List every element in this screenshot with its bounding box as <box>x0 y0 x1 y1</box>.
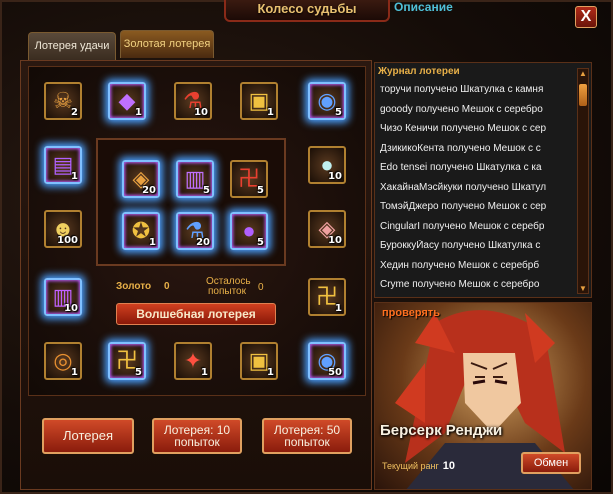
item-count: 1 <box>71 171 78 182</box>
item-count: 1 <box>335 303 342 314</box>
rank-value: 10 <box>442 460 456 472</box>
inner-slot: 卍5 <box>230 160 268 198</box>
outer-slot: ◉ 50 <box>308 342 346 380</box>
item-count: 1 <box>71 367 78 378</box>
lottery-10-button[interactable]: Лотерея: 10 попыток <box>152 418 242 454</box>
purple-crystal-icon: ◆ <box>118 88 136 113</box>
log-entry: торучи получено Шкатулка с камня <box>380 84 544 95</box>
outer-slot: ▤ 1 <box>44 146 82 184</box>
check-link[interactable]: проверять <box>382 307 440 319</box>
item-count: 10 <box>328 171 342 182</box>
log-entry: БуроккуЙасу получено Шкатулка с <box>380 240 541 251</box>
item-count: 5 <box>203 185 210 196</box>
log-entry: Cryme получено Мешок с серебро <box>380 279 540 290</box>
inner-slot: ◈ 20 <box>122 160 160 198</box>
log-entry: Edo tensei получено Шкатулка с ка <box>380 162 542 173</box>
outer-slot: ▣ 1 <box>240 82 278 120</box>
outer-slot: 卍5 <box>108 342 146 380</box>
outer-slot: ● 10 <box>308 146 346 184</box>
close-button[interactable]: X <box>575 6 597 28</box>
item-count: 2 <box>71 107 78 118</box>
item-count: 5 <box>335 107 342 118</box>
scroll-up-icon[interactable]: ▲ <box>578 69 588 79</box>
item-count: 10 <box>194 107 208 118</box>
remaining-label-line2: попыток <box>208 286 246 297</box>
log-entry: CingularI получено Мешок с серебр <box>380 220 545 232</box>
log-entry: ХакайнаМэсйкуки получено Шкатул <box>380 181 547 193</box>
lottery-10-line2: попыток <box>174 435 220 449</box>
magic-lottery-button[interactable]: Волшебная лотерея <box>116 303 276 325</box>
hero-name: Берсерк Ренджи <box>380 422 503 439</box>
item-count: 50 <box>328 367 342 378</box>
item-count: 100 <box>57 235 78 246</box>
item-count: 1 <box>267 367 274 378</box>
gold-label: Золото <box>116 281 152 292</box>
remaining-value: 0 <box>258 282 264 293</box>
inner-slot: ✪ 1 <box>122 212 160 250</box>
item-count: 10 <box>64 303 78 314</box>
lottery-50-button[interactable]: Лотерея: 50 попыток <box>262 418 352 454</box>
log-entry: Чизо Кеничи получено Мешок с сер <box>380 123 547 134</box>
treasure-chest-skull-icon: ☠ <box>53 88 73 113</box>
outer-slot: ◆ 1 <box>108 82 146 120</box>
lottery-button[interactable]: Лотерея <box>42 418 134 454</box>
log-entry: ТомэйДжеро получено Мешок с сер <box>380 201 547 212</box>
item-count: 1 <box>149 237 156 248</box>
log-entry: ДзикикоКента получено Мешок с с <box>380 142 541 154</box>
item-count: 20 <box>142 185 156 196</box>
outer-slot: ◈ 10 <box>308 210 346 248</box>
rank-label: Текущий ранг <box>382 461 439 471</box>
outer-slot: ▥ 10 <box>44 278 82 316</box>
lottery-50-line2: попыток <box>284 435 330 449</box>
outer-slot: 卍1 <box>308 278 346 316</box>
item-count: 5 <box>257 185 264 196</box>
outer-slot: ☠ 2 <box>44 82 82 120</box>
green-emblem-icon: ✪ <box>131 218 151 243</box>
item-count: 5 <box>257 237 264 248</box>
inner-slot: ● 5 <box>230 212 268 250</box>
item-count: 1 <box>135 107 142 118</box>
inner-slot: ▥ 5 <box>176 160 214 198</box>
exchange-button[interactable]: Обмен <box>521 452 581 474</box>
scroll-down-icon[interactable]: ▼ <box>578 284 588 294</box>
lottery-button-label: Лотерея <box>62 428 113 443</box>
window-title: Колесо судьбы <box>224 0 390 22</box>
outer-slot: ⚗ 10 <box>174 82 212 120</box>
log-entry: Хедин получено Мешок с серебрб <box>380 259 540 271</box>
spiral-coin-icon: ◎ <box>53 348 73 373</box>
item-count: 10 <box>328 235 342 246</box>
outer-slot: ☻ 100 <box>44 210 82 248</box>
blue-flame-orb-icon: ◉ <box>317 88 337 113</box>
item-count: 20 <box>196 237 210 248</box>
log-entry: gooody получено Мешок с серебро <box>380 103 543 115</box>
red-crystal-icon: ✦ <box>183 348 203 373</box>
scroll-thumb[interactable] <box>579 84 587 106</box>
log-title: Журнал лотереи <box>378 66 460 77</box>
rank-row: Текущий ранг 10 <box>382 460 455 472</box>
outer-slot: ◎ 1 <box>44 342 82 380</box>
tab-lucky-lottery[interactable]: Лотерея удачи <box>28 32 116 60</box>
item-count: 1 <box>267 107 274 118</box>
outer-slot: ▣ 1 <box>240 342 278 380</box>
outer-slot: ✦ 1 <box>174 342 212 380</box>
white-orb-icon: ● <box>242 218 256 243</box>
item-count: 5 <box>135 367 142 378</box>
tab-gold-lottery[interactable]: Золотая лотерея <box>120 30 214 58</box>
item-count: 1 <box>201 367 208 378</box>
description-link[interactable]: Описание <box>394 0 453 14</box>
inner-slot: ⚗ 20 <box>176 212 214 250</box>
gold-value: 0 <box>164 281 170 292</box>
outer-slot: ◉ 5 <box>308 82 346 120</box>
